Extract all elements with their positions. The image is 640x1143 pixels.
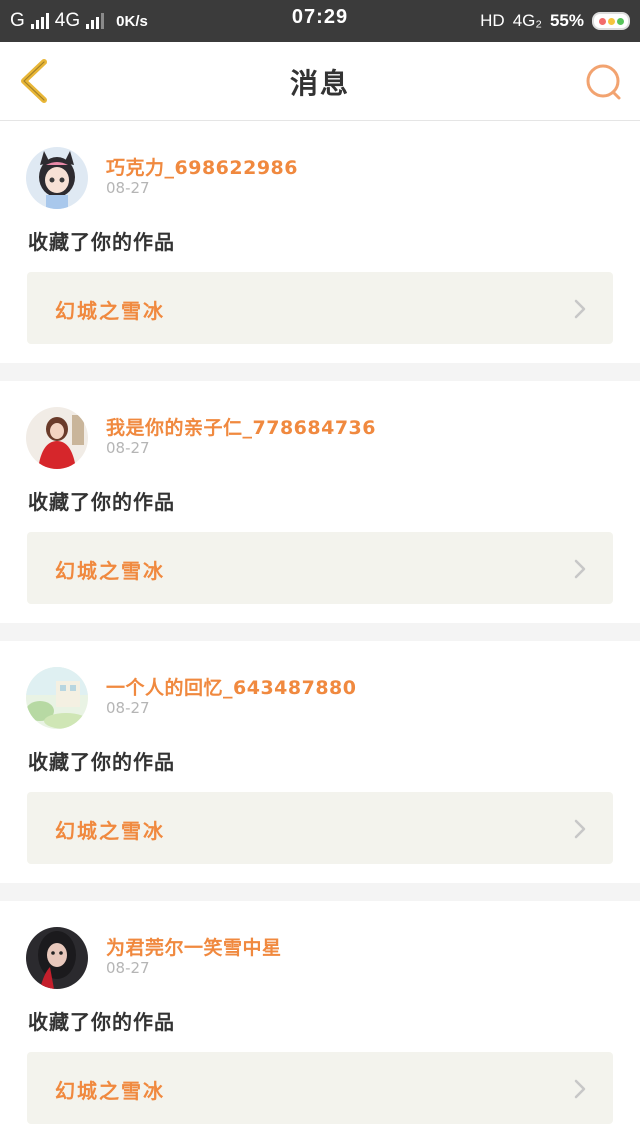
chevron-right-icon — [574, 559, 586, 579]
page-title: 消息 — [289, 67, 350, 100]
work-link[interactable]: 幻城之雪冰 — [27, 1052, 613, 1124]
avatar[interactable] — [26, 407, 88, 469]
battery-icon — [592, 12, 630, 30]
search-icon — [586, 64, 621, 100]
message-list: 巧克力_698622986 08-27 收藏了你的作品 幻城之雪冰 我是你的亲子… — [0, 121, 640, 1143]
work-link[interactable]: 幻城之雪冰 — [27, 792, 613, 864]
username[interactable]: 我是你的亲子仁_778684736 — [106, 413, 376, 440]
message-action: 收藏了你的作品 — [28, 490, 175, 514]
message-date: 08-27 — [106, 179, 150, 197]
chevron-right-icon — [574, 299, 586, 319]
username[interactable]: 为君莞尔一笑雪中星 — [106, 933, 282, 960]
work-title: 幻城之雪冰 — [55, 299, 165, 323]
message-card: 一个人的回忆_643487880 08-27 收藏了你的作品 幻城之雪冰 — [0, 641, 640, 883]
message-date: 08-27 — [106, 959, 150, 977]
avatar[interactable] — [26, 147, 88, 209]
message-action: 收藏了你的作品 — [28, 1010, 175, 1034]
work-link[interactable]: 幻城之雪冰 — [27, 532, 613, 604]
work-title: 幻城之雪冰 — [55, 1079, 165, 1103]
search-button[interactable] — [584, 62, 624, 102]
work-link[interactable]: 幻城之雪冰 — [27, 272, 613, 344]
network-type: HD — [480, 11, 505, 30]
message-card: 巧克力_698622986 08-27 收藏了你的作品 幻城之雪冰 — [0, 121, 640, 363]
status-right: HD 4G₂ 55% — [480, 8, 630, 34]
status-bar: G 4G 0K/s 07:29 HD 4G₂ 55% — [0, 0, 640, 42]
work-title: 幻城之雪冰 — [55, 819, 165, 843]
chevron-right-icon — [574, 819, 586, 839]
message-action: 收藏了你的作品 — [28, 750, 175, 774]
message-card: 我是你的亲子仁_778684736 08-27 收藏了你的作品 幻城之雪冰 — [0, 381, 640, 623]
work-title: 幻城之雪冰 — [55, 559, 165, 583]
network-type-2: 4G₂ — [512, 11, 542, 30]
chevron-right-icon — [574, 1079, 586, 1099]
header-bar: 消息 — [0, 42, 640, 121]
username[interactable]: 一个人的回忆_643487880 — [106, 673, 356, 700]
avatar[interactable] — [26, 927, 88, 989]
message-card: 为君莞尔一笑雪中星 08-27 收藏了你的作品 幻城之雪冰 — [0, 901, 640, 1143]
battery-percent: 55% — [549, 11, 584, 30]
message-date: 08-27 — [106, 699, 150, 717]
username[interactable]: 巧克力_698622986 — [106, 153, 298, 180]
message-date: 08-27 — [106, 439, 150, 457]
message-action: 收藏了你的作品 — [28, 230, 175, 254]
avatar[interactable] — [26, 667, 88, 729]
